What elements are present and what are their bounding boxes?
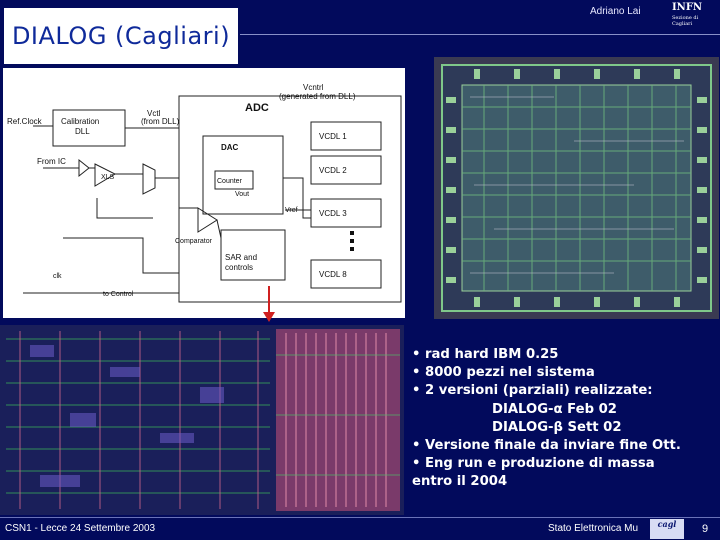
label-xls: XLS xyxy=(101,174,115,181)
label-vcdl1: VCDL 1 xyxy=(319,132,347,141)
input-buffer xyxy=(78,158,90,178)
label-sar: SAR and xyxy=(225,253,257,262)
label-counter: Counter xyxy=(217,178,243,185)
infn-logo: INFN Sezione di Cagliari xyxy=(672,2,714,30)
bullet-dialog-alpha: DIALOG-α Feb 02 xyxy=(492,401,617,417)
chip-die-image xyxy=(434,57,719,319)
label-adc: ADC xyxy=(245,102,269,114)
label-dac: DAC xyxy=(221,143,239,152)
label-vcntrl: Vcntrl xyxy=(303,83,324,92)
label-calibration-dll: Calibration xyxy=(61,117,99,126)
block-diagram-svg: Ref.Clock Calibration DLL Vctl (from DLL… xyxy=(7,83,402,303)
infn-logo-sub: Sezione di Cagliari xyxy=(672,15,699,27)
label-controls: controls xyxy=(225,263,253,272)
label-dll: DLL xyxy=(75,127,90,136)
label-vout: Vout xyxy=(235,191,249,198)
slide-title: DIALOG (Cagliari) xyxy=(11,22,231,50)
author-name: Adriano Lai xyxy=(590,6,641,17)
block-diagram: Ref.Clock Calibration DLL Vctl (from DLL… xyxy=(3,68,405,318)
slide-title-box: DIALOG (Cagliari) xyxy=(4,8,238,64)
bullet-pezzi: • 8000 pezzi nel sistema xyxy=(412,365,595,381)
bullet-versione-finale: • Versione finale da inviare fine Ott. xyxy=(412,438,681,454)
bullet-eng-run: • Eng run e produzione di massa xyxy=(412,456,655,472)
header-divider xyxy=(240,34,720,35)
bullet-entro: entro il 2004 xyxy=(412,474,508,490)
chip-die-svg xyxy=(441,64,712,312)
label-vref: Vref xyxy=(285,207,298,214)
label-ref-clock: Ref.Clock xyxy=(7,117,43,126)
layout-image xyxy=(0,325,404,515)
bullet-rad-hard: • rad hard IBM 0.25 xyxy=(412,347,559,362)
footer-topic: Stato Elettronica Mu xyxy=(548,523,639,534)
infn-logo-text: INFN xyxy=(672,2,703,13)
mux-shape xyxy=(142,163,156,195)
label-vcdl3: VCDL 3 xyxy=(319,209,347,218)
label-vcdl8: VCDL 8 xyxy=(319,270,347,279)
cagliari-logo: cagl xyxy=(650,519,684,539)
footer-conference: CSN1 - Lecce 24 Settembre 2003 xyxy=(5,523,156,534)
bullet-dialog-beta: DIALOG-β Sett 02 xyxy=(492,419,622,435)
page-number: 9 xyxy=(702,523,709,535)
label-vctl-sub: (from DLL) xyxy=(141,117,180,126)
red-down-arrow-icon xyxy=(263,286,275,322)
label-comparator: Comparator xyxy=(175,238,213,245)
label-clk: clk xyxy=(53,273,62,280)
vcdl-ellipsis-dots xyxy=(350,231,354,251)
layout-svg xyxy=(0,325,404,515)
comparator-triangle xyxy=(197,207,218,233)
label-from-ic: From IC xyxy=(37,157,66,166)
footer-divider xyxy=(0,517,720,518)
label-vcntrl-sub: (generated from DLL) xyxy=(279,92,356,101)
bullet-list: • rad hard IBM 0.25 • 8000 pezzi nel sis… xyxy=(412,346,718,492)
label-vcdl2: VCDL 2 xyxy=(319,166,347,175)
bullet-versioni: • 2 versioni (parziali) realizzate: xyxy=(412,383,653,399)
label-bottom: to Control xyxy=(103,291,134,298)
